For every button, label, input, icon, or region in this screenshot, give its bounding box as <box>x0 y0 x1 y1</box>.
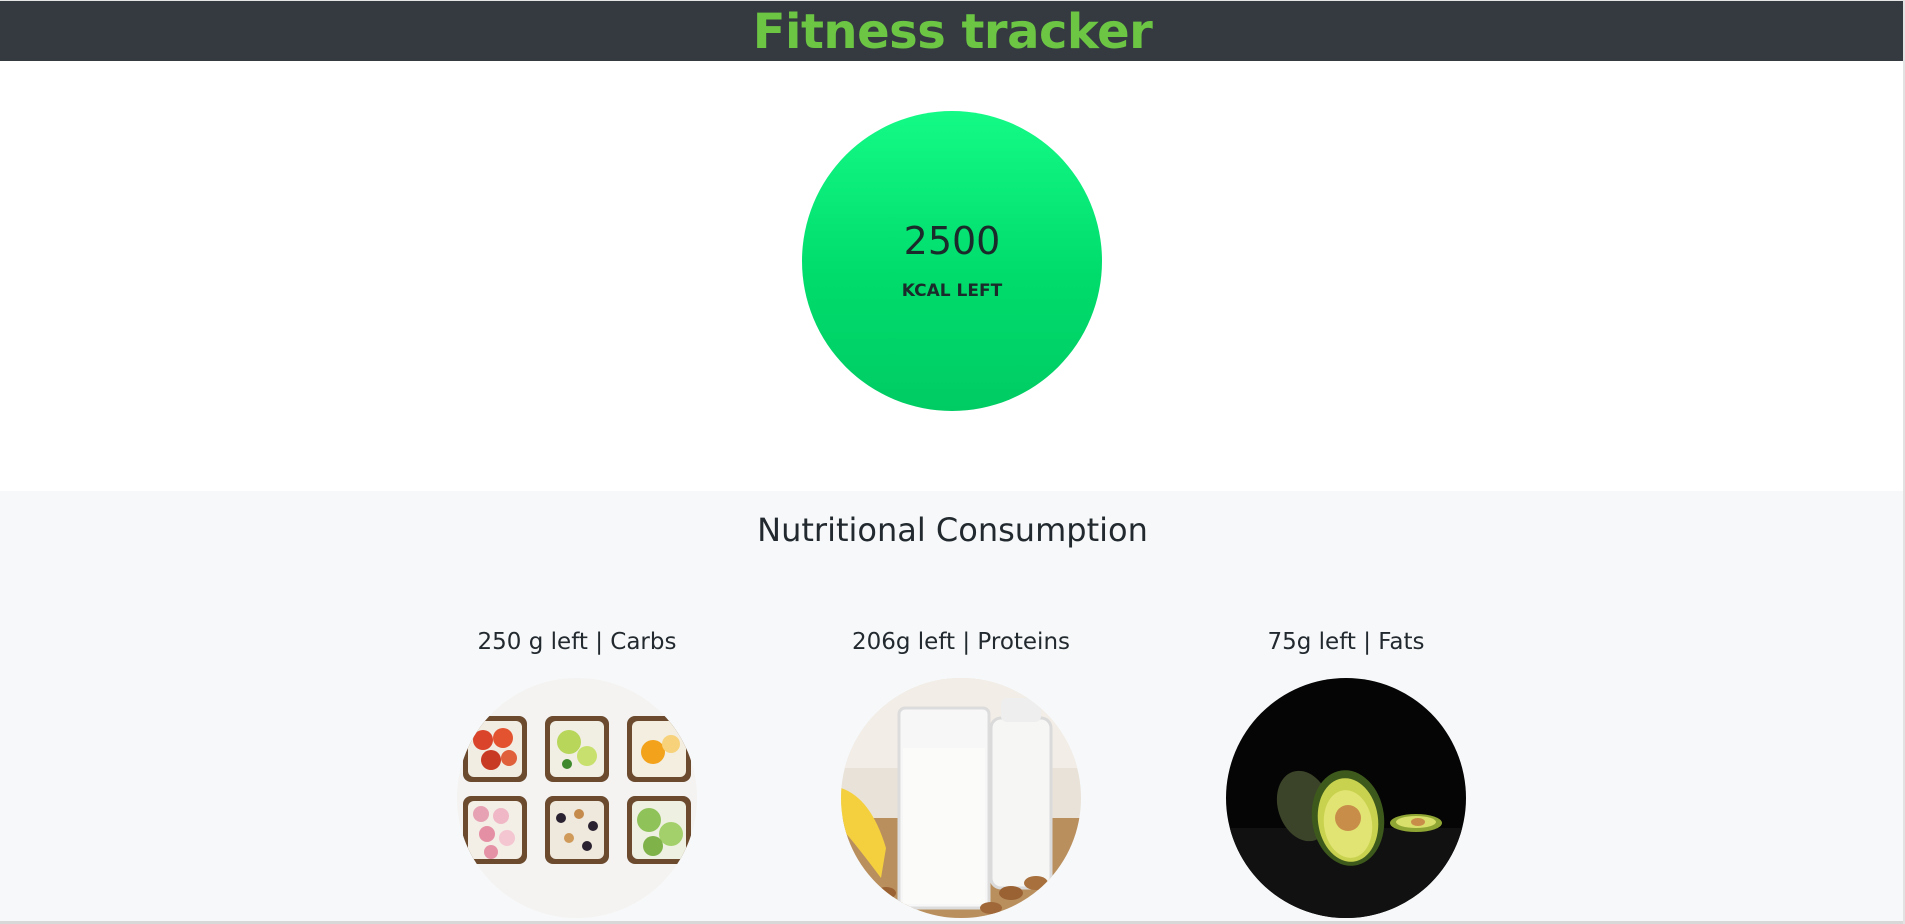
milk-photo-graphic <box>841 678 1081 918</box>
macro-proteins: 206g left | Proteins <box>811 628 1111 924</box>
kcal-left-circle: 2500 KCAL LEFT <box>802 111 1102 411</box>
macro-carbs-label: 250 g left | Carbs <box>477 629 677 655</box>
macro-carbs: 250 g left | Carbs <box>427 628 727 924</box>
kcal-left-value: 2500 <box>903 219 1001 263</box>
toast-photo-graphic <box>457 678 697 918</box>
carbs-photo <box>457 678 697 918</box>
nutrition-title: Nutritional Consumption <box>757 511 1148 549</box>
kcal-left-label: KCAL LEFT <box>901 281 1003 301</box>
calorie-section: 2500 KCAL LEFT <box>0 61 1905 491</box>
nutrition-section: Nutritional Consumption 250 g left | Car… <box>0 491 1905 924</box>
macro-fats-label: 75g left | Fats <box>1267 629 1425 655</box>
macro-proteins-label: 206g left | Proteins <box>851 629 1071 655</box>
fitness-tracker-page: Fitness tracker 2500 KCAL LEFT Nutrition… <box>0 0 1905 924</box>
macro-fats: 75g left | Fats <box>1196 628 1496 924</box>
browser-viewport: Fitness tracker 2500 KCAL LEFT Nutrition… <box>0 0 1905 924</box>
app-title: Fitness tracker <box>752 4 1153 60</box>
fats-photo <box>1226 678 1466 918</box>
avocado-photo-graphic <box>1226 678 1466 918</box>
app-header: Fitness tracker <box>0 0 1905 61</box>
proteins-photo <box>841 678 1081 918</box>
